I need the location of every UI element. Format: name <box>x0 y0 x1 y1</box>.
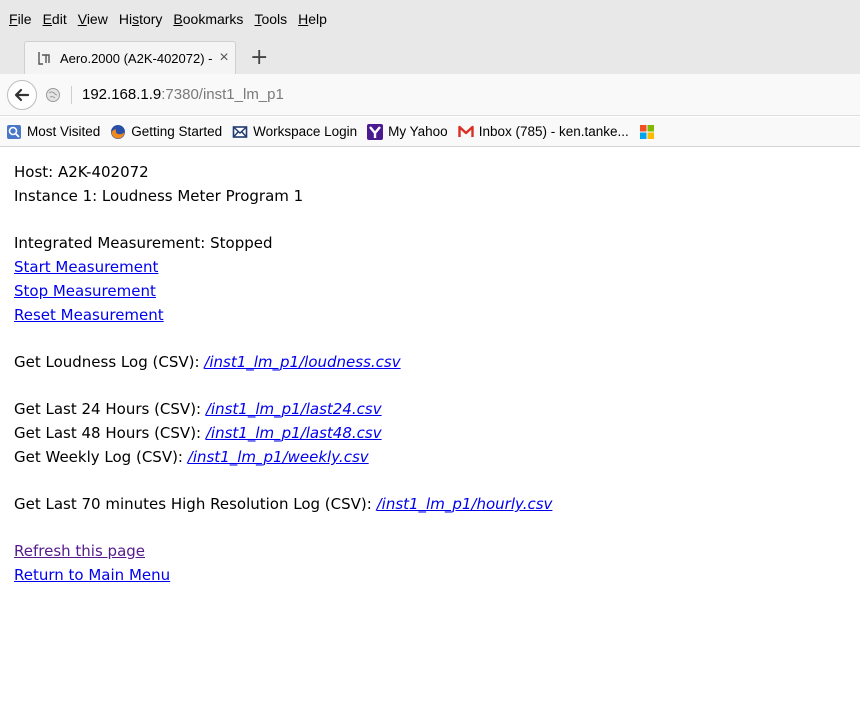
loudness-csv-link[interactable]: /inst1_lm_p1/loudness.csv <box>204 353 400 371</box>
hourly-row: Get Last 70 minutes High Resolution Log … <box>14 492 854 516</box>
bookmark-inbox[interactable]: Inbox (785) - ken.tanke... <box>458 124 629 140</box>
last24-row: Get Last 24 Hours (CSV): /inst1_lm_p1/la… <box>14 397 854 421</box>
menu-help[interactable]: Help <box>298 11 327 27</box>
menu-edit[interactable]: Edit <box>43 11 67 27</box>
bookmark-getting-started[interactable]: Getting Started <box>110 124 222 140</box>
bookmark-workspace-login[interactable]: Workspace Login <box>232 124 357 140</box>
menu-bookmarks[interactable]: Bookmarks <box>173 11 243 27</box>
menu-history[interactable]: History <box>119 11 163 27</box>
host-line: Host: A2K-402072 <box>14 163 149 181</box>
weekly-label: Get Weekly Log (CSV): <box>14 448 188 466</box>
loudness-log-row: Get Loudness Log (CSV): /inst1_lm_p1/lou… <box>14 350 854 374</box>
url-separator <box>71 85 72 104</box>
new-tab-icon[interactable]: + <box>250 41 268 74</box>
bookmark-most-visited[interactable]: Most Visited <box>6 124 100 140</box>
last48-row: Get Last 48 Hours (CSV): /inst1_lm_p1/la… <box>14 421 854 445</box>
most-visited-icon <box>6 124 22 140</box>
stop-measurement-link[interactable]: Stop Measurement <box>14 282 156 300</box>
return-main-menu-link[interactable]: Return to Main Menu <box>14 566 170 584</box>
url-path: :7380/inst1_lm_p1 <box>161 86 284 103</box>
hourly-label: Get Last 70 minutes High Resolution Log … <box>14 495 377 513</box>
tab-close-icon[interactable]: × <box>213 49 235 67</box>
page-content: Host: A2K-402072 Instance 1: Loudness Me… <box>14 160 854 587</box>
last48-csv-link[interactable]: /inst1_lm_p1/last48.csv <box>206 424 382 442</box>
last24-label: Get Last 24 Hours (CSV): <box>14 400 206 418</box>
menu-file[interactable]: File <box>9 11 32 27</box>
page-favicon-icon <box>37 51 51 65</box>
menu-bar: File Edit View History Bookmarks Tools H… <box>0 0 860 38</box>
back-button[interactable] <box>7 79 37 110</box>
tab-title: Aero.2000 (A2K-402072) - I... <box>60 50 213 66</box>
hourly-csv-link[interactable]: /inst1_lm_p1/hourly.csv <box>377 495 553 513</box>
url-field[interactable]: 192.168.1.9:7380/inst1_lm_p1 <box>82 86 284 103</box>
tab-strip: Aero.2000 (A2K-402072) - I... × + <box>0 38 860 74</box>
firefox-icon <box>110 124 126 140</box>
yahoo-icon <box>367 123 384 140</box>
menu-tools[interactable]: Tools <box>254 11 287 27</box>
weekly-row: Get Weekly Log (CSV): /inst1_lm_p1/weekl… <box>14 445 854 469</box>
navigation-bar: 192.168.1.9:7380/inst1_lm_p1 <box>0 74 860 116</box>
weekly-csv-link[interactable]: /inst1_lm_p1/weekly.csv <box>188 448 369 466</box>
menu-view[interactable]: View <box>78 11 108 27</box>
measurement-status: Integrated Measurement: Stopped <box>14 234 273 252</box>
windows-apps-icon[interactable] <box>639 124 655 140</box>
site-info-icon[interactable] <box>45 87 61 103</box>
url-host: 192.168.1.9 <box>82 86 162 103</box>
tab-active[interactable]: Aero.2000 (A2K-402072) - I... × <box>24 41 236 74</box>
gmail-icon <box>458 124 474 140</box>
last24-csv-link[interactable]: /inst1_lm_p1/last24.csv <box>206 400 382 418</box>
back-arrow-icon <box>14 88 30 101</box>
refresh-page-link[interactable]: Refresh this page <box>14 542 145 560</box>
bookmarks-toolbar: Most Visited Getting Started Workspace L… <box>0 117 860 147</box>
bookmark-my-yahoo[interactable]: My Yahoo <box>367 123 448 140</box>
reset-measurement-link[interactable]: Reset Measurement <box>14 306 164 324</box>
mail-icon <box>232 124 248 140</box>
last48-label: Get Last 48 Hours (CSV): <box>14 424 206 442</box>
instance-line: Instance 1: Loudness Meter Program 1 <box>14 187 304 205</box>
loudness-log-label: Get Loudness Log (CSV): <box>14 353 205 371</box>
start-measurement-link[interactable]: Start Measurement <box>14 258 158 276</box>
